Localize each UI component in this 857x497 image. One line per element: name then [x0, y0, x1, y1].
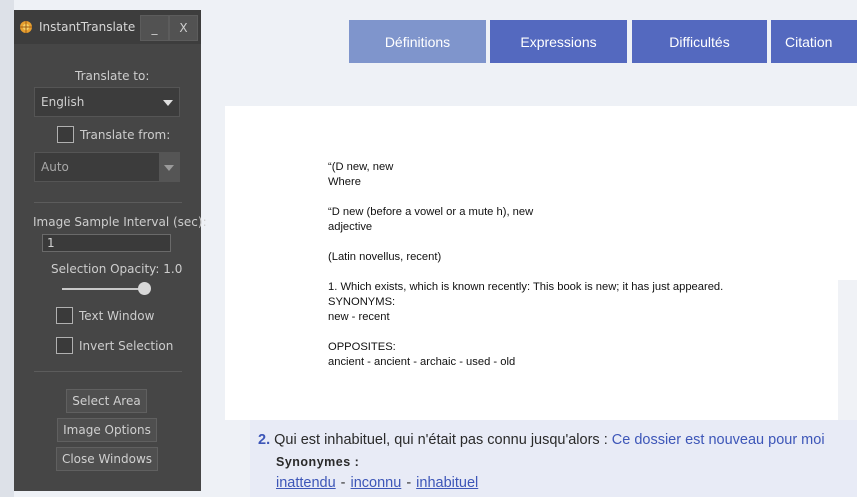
- overlay-line: ancient - ancient - archaic - used - old: [328, 356, 516, 368]
- synonym-link[interactable]: inconnu: [351, 475, 402, 491]
- translate-from-value: Auto: [41, 160, 69, 174]
- close-button[interactable]: X: [169, 15, 198, 41]
- chevron-down-icon: [164, 165, 174, 171]
- overlay-line: OPPOSITES:: [328, 341, 396, 353]
- translate-to-value: English: [41, 95, 85, 109]
- opacity-slider[interactable]: [62, 288, 150, 290]
- chevron-down-icon: [163, 100, 173, 106]
- panel-titlebar[interactable]: InstantTranslate _ X: [14, 10, 201, 44]
- synonym-separator: -: [340, 475, 346, 491]
- translate-from-select[interactable]: Auto: [34, 152, 180, 182]
- opacity-slider-thumb[interactable]: [138, 282, 151, 295]
- translate-to-select[interactable]: English: [34, 87, 180, 117]
- definition-text: Qui est inhabituel, qui n'était pas conn…: [274, 432, 608, 448]
- close-windows-button[interactable]: Close Windows: [56, 447, 158, 471]
- translation-overlay: “(D new, new Where “D new (before a vowe…: [328, 160, 808, 370]
- overlay-gap: [328, 325, 808, 340]
- tab-citations[interactable]: Citation: [771, 20, 857, 63]
- select-area-button[interactable]: Select Area: [66, 389, 147, 413]
- opacity-label: Selection Opacity: 1.0: [51, 262, 183, 276]
- definition-example: Ce dossier est nouveau pour moi: [611, 432, 825, 448]
- interval-label: Image Sample Interval (sec):: [33, 215, 207, 229]
- translate-from-checkbox[interactable]: [57, 126, 74, 143]
- overlay-line: “D new (before a vowel or a mute h), new: [328, 206, 534, 218]
- divider: [34, 202, 182, 203]
- app-logo-icon: [20, 21, 32, 33]
- text-window-label: Text Window: [79, 309, 155, 323]
- tab-definitions[interactable]: Définitions: [349, 20, 486, 63]
- overlay-gap: [328, 190, 808, 205]
- overlay-line: Where: [328, 176, 361, 188]
- invert-selection-checkbox[interactable]: [56, 337, 73, 354]
- translate-from-label: Translate from:: [80, 128, 171, 142]
- panel-title: InstantTranslate: [39, 20, 136, 34]
- divider: [34, 371, 182, 372]
- overlay-line: adjective: [328, 221, 373, 233]
- synonyms-list: inattendu - inconnu - inhabituel: [276, 475, 478, 491]
- synonyms-heading: Synonymes :: [276, 455, 360, 469]
- definition-line: 2. Qui est inhabituel, qui n'était pas c…: [258, 432, 825, 448]
- window-edge: [0, 0, 14, 497]
- definition-number: 2.: [258, 432, 271, 448]
- tab-expressions[interactable]: Expressions: [490, 20, 627, 63]
- image-options-button[interactable]: Image Options: [57, 418, 157, 442]
- translate-to-label: Translate to:: [75, 69, 150, 83]
- definition-box: 2. Qui est inhabituel, qui n'était pas c…: [250, 420, 857, 497]
- tab-difficultes[interactable]: Difficultés: [632, 20, 767, 63]
- synonym-link[interactable]: inhabituel: [416, 475, 478, 491]
- minimize-button[interactable]: _: [140, 15, 169, 41]
- interval-input[interactable]: 1: [42, 234, 171, 252]
- invert-selection-label: Invert Selection: [79, 339, 174, 353]
- overlay-line: 1. Which exists, which is known recently…: [328, 281, 724, 293]
- overlay-line: “(D new, new: [328, 161, 394, 173]
- overlay-gap: [328, 265, 808, 280]
- overlay-line: (Latin novellus, recent): [328, 251, 442, 263]
- content-card-shade: [838, 280, 857, 420]
- synonym-separator: -: [406, 475, 412, 491]
- overlay-line: SYNONYMS:: [328, 296, 396, 308]
- instanttranslate-panel: InstantTranslate _ X Translate to: Engli…: [14, 10, 207, 491]
- text-window-checkbox[interactable]: [56, 307, 73, 324]
- overlay-line: new - recent: [328, 311, 390, 323]
- overlay-gap: [328, 235, 808, 250]
- synonym-link[interactable]: inattendu: [276, 475, 336, 491]
